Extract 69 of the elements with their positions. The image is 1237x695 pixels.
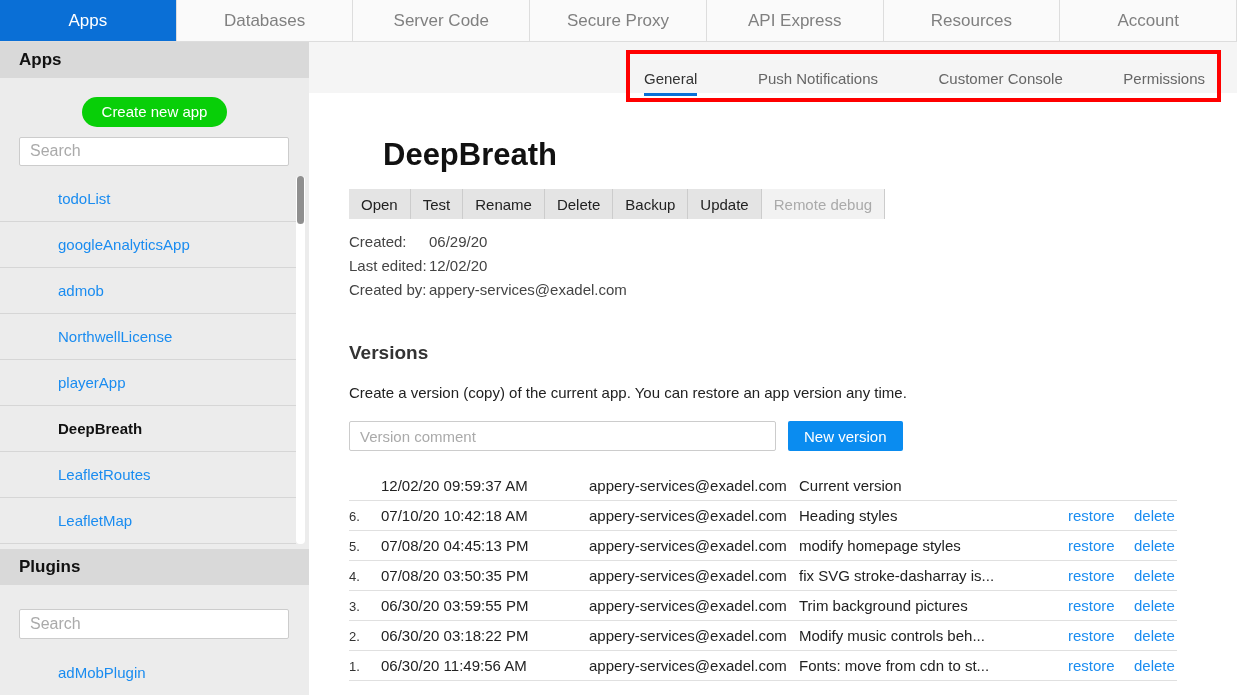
create-app-button[interactable]: Create new app (81, 96, 228, 127)
sub-tab[interactable]: Customer Console (938, 60, 1063, 96)
sub-tab[interactable]: Permissions (1123, 60, 1205, 96)
sub-tab[interactable]: Push Notifications (757, 60, 878, 96)
version-comment: Trim background pictures (799, 597, 969, 614)
meta-value: 06/29/20 (429, 233, 489, 250)
delete-link[interactable]: delete (1134, 537, 1175, 554)
row-number: 3. (349, 599, 360, 614)
version-comment-field[interactable]: Version comment (349, 421, 776, 451)
version-comment: Modify music controls beh... (799, 627, 986, 644)
version-author: appery-services@exadel.com (589, 507, 788, 524)
restore-link[interactable]: restore (1068, 507, 1115, 524)
action-button[interactable]: Backup (613, 189, 689, 219)
delete-link[interactable]: delete (1134, 507, 1175, 524)
meta-label: Last edited: (349, 257, 428, 274)
version-date: 06/30/20 03:18:22 PM (381, 627, 530, 644)
meta-value: appery-services@exadel.com (429, 281, 627, 298)
new-version-button[interactable]: New version (788, 421, 903, 451)
action-button[interactable]: Open (349, 189, 411, 219)
version-date: 12/02/20 09:59:37 AM (381, 477, 529, 494)
section-title: Versions (349, 342, 430, 364)
sub-tab[interactable]: General (644, 60, 698, 96)
version-author: appery-services@exadel.com (589, 567, 788, 584)
version-comment: Fonts: move from cdn to st... (799, 657, 991, 674)
version-comment: Heading styles (799, 507, 899, 524)
version-date: 06/30/20 03:59:55 PM (381, 597, 530, 614)
plugin-list-item[interactable]: adMobPlugin (0, 649, 309, 695)
description-text: Create a version (copy) of the current app. You can restore an app version any time. (349, 384, 908, 401)
search-field[interactable]: Search (19, 136, 289, 167)
restore-link[interactable]: restore (1068, 627, 1115, 644)
scrollbar-track[interactable] (296, 176, 305, 545)
delete-link[interactable]: delete (1134, 567, 1175, 584)
row-number: 2. (349, 629, 360, 644)
version-date: 07/08/20 04:45:13 PM (381, 537, 530, 554)
section-header: Plugins (0, 549, 309, 585)
version-author: appery-services@exadel.com (589, 597, 788, 614)
meta-label: Created: (349, 233, 408, 250)
meta-value: 12/02/20 (429, 257, 489, 274)
version-comment: Current version (799, 477, 903, 494)
nav-tab[interactable]: Apps (0, 0, 177, 41)
version-date: 07/10/20 10:42:18 AM (381, 507, 529, 524)
restore-link[interactable]: restore (1068, 567, 1115, 584)
version-comment: modify homepage styles (799, 537, 962, 554)
version-author: appery-services@exadel.com (589, 537, 788, 554)
version-date: 07/08/20 03:50:35 PM (381, 567, 530, 584)
action-button[interactable]: Rename (463, 189, 545, 219)
restore-link[interactable]: restore (1068, 597, 1115, 614)
delete-link[interactable]: delete (1134, 657, 1175, 674)
action-button[interactable]: Test (410, 189, 464, 219)
delete-link[interactable]: delete (1134, 597, 1175, 614)
version-author: appery-services@exadel.com (589, 657, 788, 674)
version-author: appery-services@exadel.com (589, 627, 788, 644)
meta-label: Created by: (349, 281, 428, 298)
row-number: 6. (349, 509, 360, 524)
scrollbar-thumb[interactable] (297, 176, 304, 225)
search-field[interactable]: Search (19, 609, 289, 639)
section-header: Apps (0, 42, 309, 78)
row-number: 1. (349, 659, 360, 674)
version-date: 06/30/20 11:49:56 AM (381, 657, 528, 674)
version-author: appery-services@exadel.com (589, 477, 788, 494)
restore-link[interactable]: restore (1068, 537, 1115, 554)
app-title: DeepBreath (383, 137, 558, 173)
action-button[interactable]: Update (688, 189, 762, 219)
row-number: 4. (349, 569, 360, 584)
action-button[interactable]: Delete (544, 189, 614, 219)
delete-link[interactable]: delete (1134, 627, 1175, 644)
version-comment: fix SVG stroke-dasharray is... (799, 567, 996, 584)
row-number: 5. (349, 539, 360, 554)
restore-link[interactable]: restore (1068, 657, 1115, 674)
